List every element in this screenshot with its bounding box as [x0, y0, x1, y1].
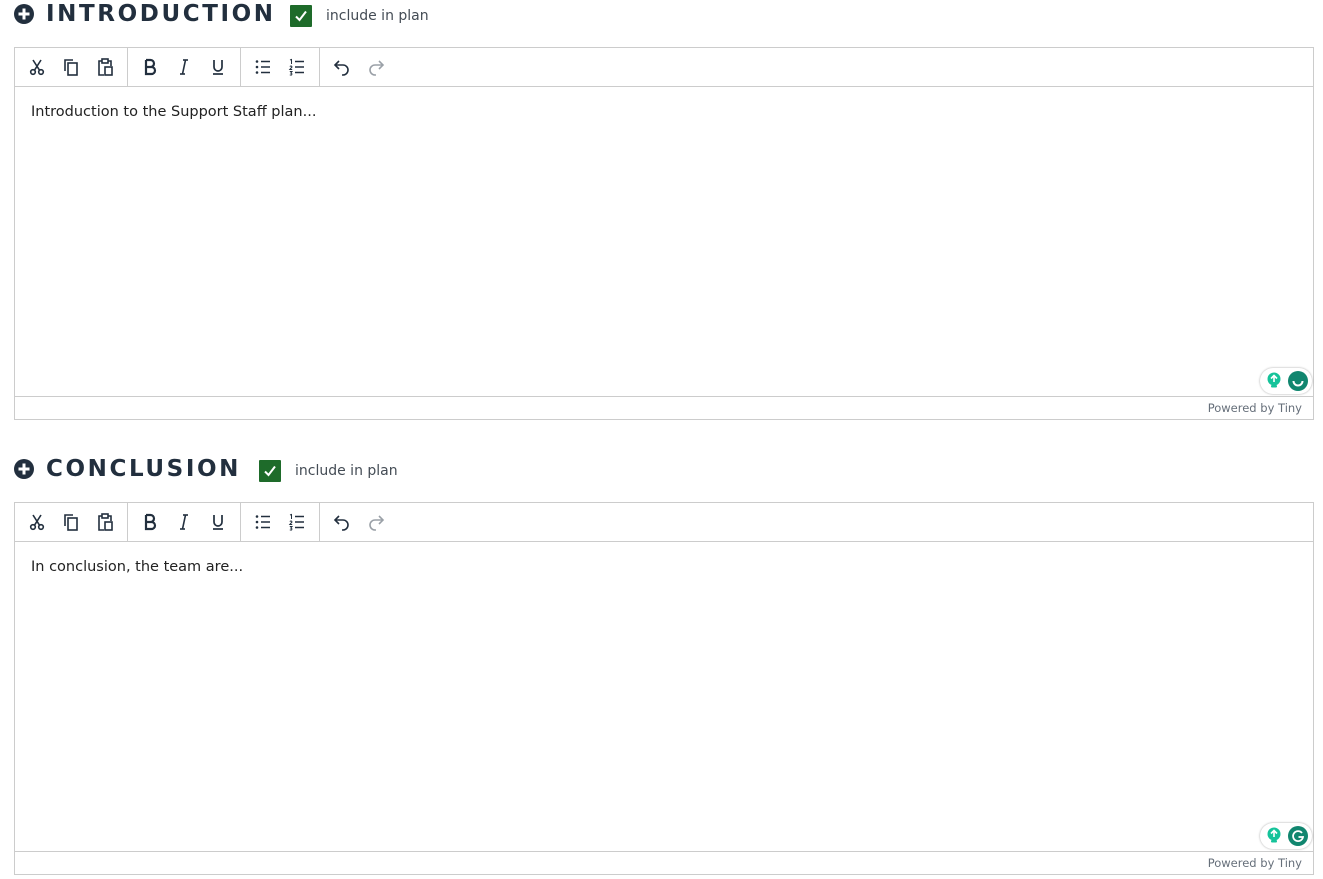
grammarly-widget[interactable] [1260, 823, 1312, 849]
introduction-section: INTRODUCTION include in plan Introductio… [14, 0, 1314, 420]
undo-button[interactable] [325, 50, 359, 84]
cut-icon [29, 59, 45, 76]
paste-icon [98, 513, 113, 531]
editor-text[interactable]: In conclusion, the team are... [31, 559, 243, 575]
cut-button[interactable] [20, 50, 54, 84]
list-group [241, 48, 320, 86]
bullet-list-button[interactable] [246, 50, 280, 84]
checkmark-icon [295, 10, 307, 22]
lightbulb-icon[interactable] [1264, 826, 1284, 846]
history-group [320, 48, 398, 86]
numbered-list-icon [288, 58, 304, 76]
editor-statusbar: Powered by Tiny [15, 852, 1313, 873]
bold-button[interactable] [133, 505, 167, 539]
rich-text-editor: Introduction to the Support Staff plan..… [14, 47, 1314, 420]
include-in-plan-toggle[interactable]: include in plan [290, 5, 429, 27]
italic-icon [180, 59, 188, 75]
redo-icon [369, 515, 385, 531]
list-group [241, 503, 320, 541]
section-header: INTRODUCTION include in plan [14, 0, 1314, 47]
editor-toolbar [15, 48, 1313, 87]
plus-circle-icon[interactable] [14, 4, 34, 24]
clipboard-group [15, 503, 128, 541]
copy-icon [64, 514, 78, 531]
cut-button[interactable] [20, 505, 54, 539]
section-title: INTRODUCTION [46, 1, 276, 27]
paste-icon [98, 58, 113, 76]
copy-icon [64, 59, 78, 76]
include-checkbox[interactable] [290, 5, 312, 27]
underline-button[interactable] [201, 50, 235, 84]
bullet-list-icon [255, 515, 270, 529]
editor-toolbar [15, 503, 1313, 542]
numbered-list-button[interactable] [280, 505, 314, 539]
numbered-list-icon [288, 513, 304, 531]
editor-content-area[interactable]: In conclusion, the team are... [15, 542, 1313, 852]
conclusion-section: CONCLUSION include in plan In conclusion… [14, 455, 1314, 875]
redo-button[interactable] [359, 505, 393, 539]
italic-button[interactable] [167, 505, 201, 539]
bold-icon [144, 513, 157, 531]
redo-button[interactable] [359, 50, 393, 84]
underline-icon [213, 515, 223, 530]
undo-button[interactable] [325, 505, 359, 539]
undo-icon [333, 60, 349, 76]
powered-by-link[interactable]: Powered by Tiny [1208, 856, 1302, 870]
plus-circle-icon[interactable] [14, 459, 34, 479]
italic-icon [180, 514, 188, 530]
paste-button[interactable] [88, 505, 122, 539]
paste-button[interactable] [88, 50, 122, 84]
copy-button[interactable] [54, 505, 88, 539]
copy-button[interactable] [54, 50, 88, 84]
bold-button[interactable] [133, 50, 167, 84]
checkmark-icon [264, 465, 276, 477]
numbered-list-button[interactable] [280, 50, 314, 84]
include-label: include in plan [295, 463, 398, 479]
editor-content-area[interactable]: Introduction to the Support Staff plan..… [15, 87, 1313, 397]
undo-icon [333, 515, 349, 531]
grammarly-widget[interactable] [1260, 368, 1312, 394]
include-label: include in plan [326, 8, 429, 24]
editor-text[interactable]: Introduction to the Support Staff plan..… [31, 104, 316, 120]
clipboard-group [15, 48, 128, 86]
lightbulb-icon[interactable] [1264, 371, 1284, 391]
redo-icon [369, 60, 385, 76]
italic-button[interactable] [167, 50, 201, 84]
cut-icon [29, 514, 45, 531]
underline-icon [213, 60, 223, 75]
format-group [128, 503, 241, 541]
section-title: CONCLUSION [46, 456, 241, 482]
include-checkbox[interactable] [259, 460, 281, 482]
history-group [320, 503, 398, 541]
bullet-list-icon [255, 60, 270, 74]
section-header: CONCLUSION include in plan [14, 455, 1314, 502]
bullet-list-button[interactable] [246, 505, 280, 539]
format-group [128, 48, 241, 86]
powered-by-link[interactable]: Powered by Tiny [1208, 401, 1302, 415]
underline-button[interactable] [201, 505, 235, 539]
rich-text-editor: In conclusion, the team are... Powered b… [14, 502, 1314, 875]
grammarly-logo-icon[interactable] [1288, 826, 1308, 846]
editor-statusbar: Powered by Tiny [15, 397, 1313, 418]
grammarly-logo-icon[interactable] [1288, 371, 1308, 391]
include-in-plan-toggle[interactable]: include in plan [259, 460, 398, 482]
bold-icon [144, 58, 157, 76]
